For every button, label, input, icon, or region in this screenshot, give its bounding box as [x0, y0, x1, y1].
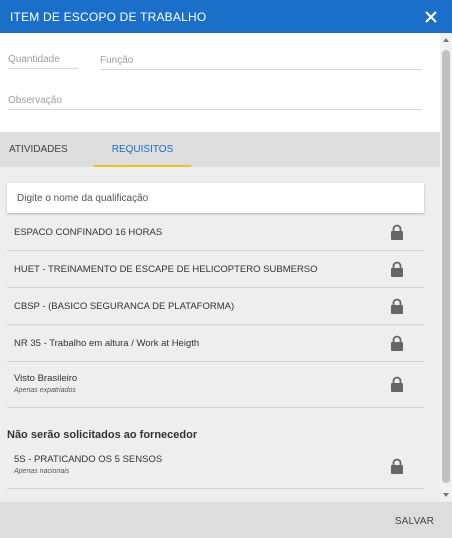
requisito-name: NR 35 - Trabalho em altura / Work at Hei…	[14, 338, 200, 349]
close-icon[interactable]	[422, 8, 440, 26]
lock-icon[interactable]	[390, 224, 404, 240]
funcao-field[interactable]: Função	[100, 48, 422, 70]
requisitos-panel: ESPACO CONFINADO 16 HORAS HUET - TREINAM…	[0, 167, 440, 502]
scroll-up-icon[interactable]	[443, 38, 449, 42]
save-button[interactable]: SALVAR	[395, 516, 434, 527]
observacao-placeholder: Observação	[8, 95, 62, 106]
qualificacao-search-input[interactable]	[17, 192, 424, 204]
dialog-footer: SALVAR	[0, 502, 452, 538]
scrollbar-thumb[interactable]	[442, 50, 450, 483]
dialog-header: ITEM DE ESCOPO DE TRABALHO	[0, 0, 452, 33]
requisito-item[interactable]: ESPACO CONFINADO 16 HORAS	[7, 214, 424, 251]
requisito-name: 5S - PRATICANDO OS 5 SENSOS	[14, 454, 163, 465]
requisito-item[interactable]: Visto Brasileiro Apenas expatriados	[7, 362, 424, 408]
dialog-content: Quantidade Função Observação ATIVIDADES …	[0, 33, 440, 502]
tab-requisitos[interactable]: REQUISITOS	[94, 132, 191, 167]
qualificacao-search[interactable]	[7, 183, 424, 213]
requisito-item[interactable]: HUET - TREINAMENTO DE ESCAPE DE HELICOPT…	[7, 251, 424, 288]
lock-icon[interactable]	[390, 298, 404, 314]
requisito-name: CBSP - (BASICO SEGURANCA DE PLATAFORMA)	[14, 301, 235, 312]
tab-bar: ATIVIDADES REQUISITOS	[0, 132, 440, 167]
requisito-item[interactable]: NR 35 - Trabalho em altura / Work at Hei…	[7, 325, 424, 362]
requisito-item[interactable]: CBSP - (BASICO SEGURANCA DE PLATAFORMA)	[7, 288, 424, 325]
requisito-name: HUET - TREINAMENTO DE ESCAPE DE HELICOPT…	[14, 264, 318, 275]
requisito-note: Apenas nacionais	[14, 468, 70, 475]
nao-solicitado-item[interactable]: 5S - PRATICANDO OS 5 SENSOS Apenas nacio…	[7, 445, 424, 489]
dialog-title: ITEM DE ESCOPO DE TRABALHO	[10, 9, 207, 24]
quantidade-placeholder: Quantidade	[8, 54, 60, 65]
observacao-field[interactable]: Observação	[8, 88, 422, 110]
lock-icon[interactable]	[390, 376, 404, 392]
requisito-name: Visto Brasileiro	[14, 373, 78, 384]
tab-atividades[interactable]: ATIVIDADES	[0, 132, 94, 167]
scroll-down-icon[interactable]	[443, 493, 449, 497]
requisito-name: ESPACO CONFINADO 16 HORAS	[14, 227, 163, 238]
requisito-note: Apenas expatriados	[14, 387, 76, 394]
funcao-placeholder: Função	[100, 55, 134, 66]
lock-icon[interactable]	[390, 261, 404, 277]
lock-icon[interactable]	[390, 335, 404, 351]
nao-solicitados-title: Não serão solicitados ao fornecedor	[7, 429, 198, 441]
quantidade-field[interactable]: Quantidade	[8, 47, 78, 69]
form-fields: Quantidade Função Observação	[0, 33, 440, 132]
lock-icon[interactable]	[390, 458, 404, 474]
scrollbar[interactable]	[440, 33, 452, 502]
